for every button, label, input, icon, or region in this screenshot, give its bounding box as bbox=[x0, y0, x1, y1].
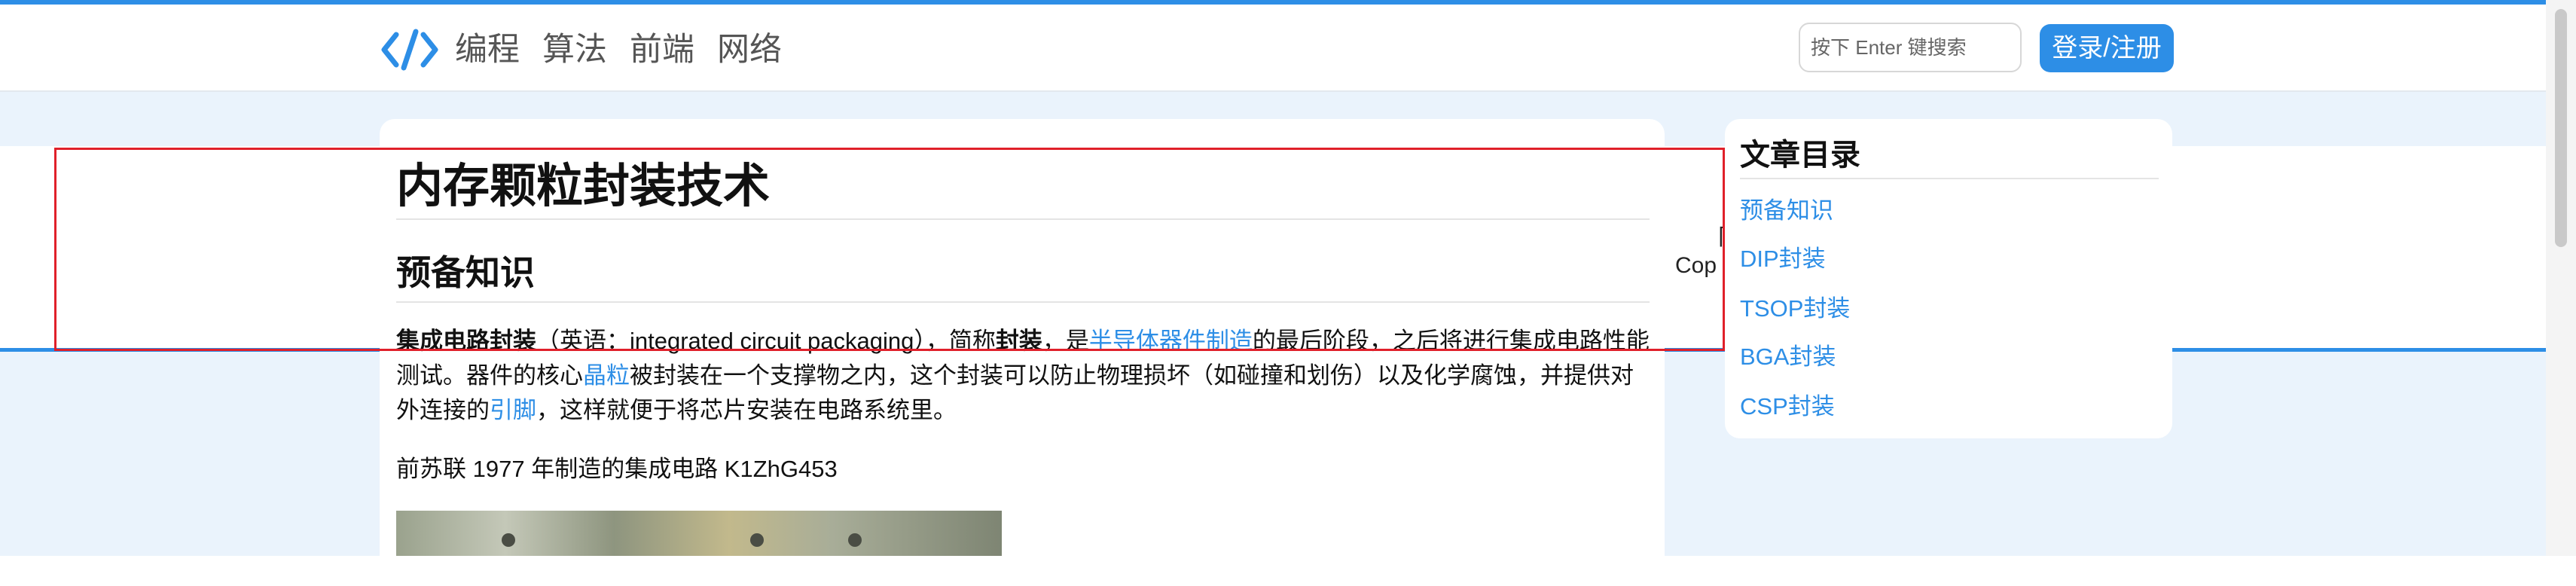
term-ic-packaging: 集成电路封装 bbox=[396, 328, 536, 354]
toc-item-csp[interactable]: CSP封装 bbox=[1740, 390, 1835, 423]
footer-copyright-fragment: Cop bbox=[1675, 253, 1717, 278]
code-brackets-icon[interactable] bbox=[381, 27, 438, 72]
search-input[interactable] bbox=[1799, 23, 2022, 72]
photo-detail bbox=[848, 533, 862, 547]
link-semiconductor-manufacturing[interactable]: 半导体器件制造 bbox=[1089, 328, 1253, 354]
section-heading: 预备知识 bbox=[396, 253, 535, 292]
paragraph-text: （英语：integrated circuit packaging），简称 bbox=[536, 328, 996, 354]
photo-detail bbox=[750, 533, 764, 547]
main-nav: 编程 算法 前端 网络 bbox=[455, 26, 782, 74]
toc-item-dip[interactable]: DIP封装 bbox=[1740, 243, 1826, 276]
link-pins[interactable]: 引脚 bbox=[490, 397, 536, 423]
login-register-button[interactable]: 登录/注册 bbox=[2040, 24, 2174, 72]
nav-item-network[interactable]: 网络 bbox=[717, 26, 782, 74]
toc-item-prerequisites[interactable]: 预备知识 bbox=[1740, 194, 1833, 227]
toc-item-bga[interactable]: BGA封装 bbox=[1740, 340, 1836, 374]
paragraph-text: ，是 bbox=[1042, 328, 1089, 354]
photo-detail bbox=[502, 533, 515, 547]
term-packaging: 封装 bbox=[995, 328, 1042, 354]
intro-paragraph: 集成电路封装（英语：integrated circuit packaging），… bbox=[396, 324, 1650, 428]
article-title: 内存颗粒封装技术 bbox=[396, 160, 771, 212]
nav-item-algorithms[interactable]: 算法 bbox=[542, 26, 607, 74]
nav-item-programming[interactable]: 编程 bbox=[455, 26, 520, 74]
paragraph-text: ，这样就便于将芯片安装在电路系统里。 bbox=[536, 397, 957, 423]
nav-item-frontend[interactable]: 前端 bbox=[630, 26, 694, 74]
section-divider bbox=[396, 301, 1650, 303]
link-die[interactable]: 晶粒 bbox=[583, 362, 630, 389]
toc-item-tsop[interactable]: TSOP封装 bbox=[1740, 292, 1850, 325]
image-caption: 前苏联 1977 年制造的集成电路 K1ZhG453 bbox=[396, 456, 838, 482]
integrated-circuit-photo bbox=[396, 511, 1002, 556]
title-divider bbox=[396, 218, 1650, 220]
toc-divider bbox=[1740, 178, 2159, 179]
scrollbar-thumb[interactable] bbox=[2555, 9, 2567, 247]
toc-title: 文章目录 bbox=[1740, 139, 1860, 172]
